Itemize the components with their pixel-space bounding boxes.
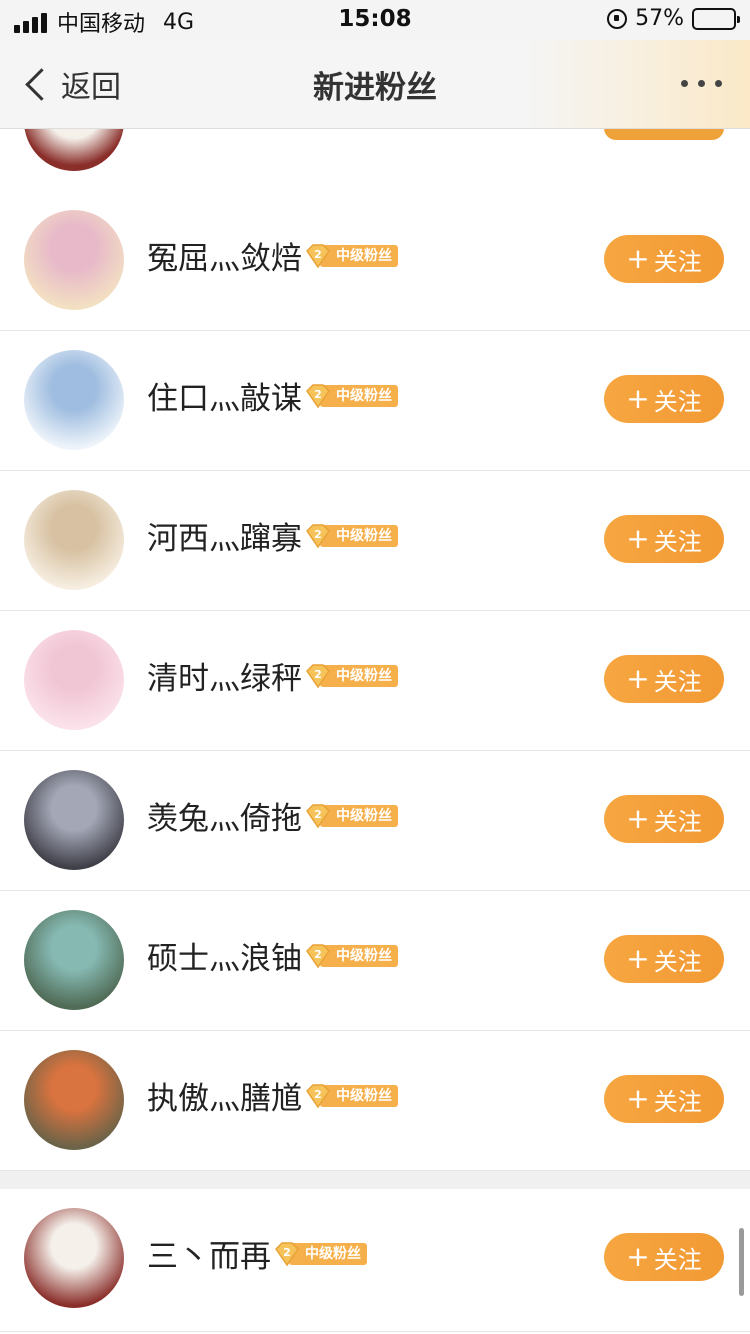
plus-icon: + xyxy=(626,662,650,695)
list-item[interactable]: 执傲灬膳馗 2 中级粉丝 + 关注 xyxy=(0,1031,750,1171)
list-item[interactable]: 羡兔灬倚拖 2 中级粉丝 + 关注 xyxy=(0,751,750,891)
badge-level: 2 xyxy=(314,808,322,821)
name-wrap: 河西灬蹿寡 2 中级粉丝 xyxy=(147,513,398,558)
rotation-lock-icon xyxy=(607,8,628,29)
name-wrap: 执傲灬膳馗 2 中级粉丝 xyxy=(147,1073,398,1118)
badge-level: 2 xyxy=(314,668,322,681)
follow-label: 关注 xyxy=(653,1245,702,1274)
follow-button[interactable]: + 关注 xyxy=(604,655,724,703)
page-title: 新进粉丝 xyxy=(313,70,437,106)
follower-name[interactable]: 河西灬蹿寡 xyxy=(147,513,302,558)
avatar[interactable] xyxy=(24,1050,124,1150)
list-item[interactable]: 住口灬敲谋 2 中级粉丝 + 关注 xyxy=(0,331,750,471)
follower-name[interactable]: 三丶而再 xyxy=(147,1231,271,1276)
follow-label: 关注 xyxy=(653,667,702,696)
avatar[interactable] xyxy=(24,770,124,870)
list-item[interactable]: 清时灬绿秤 2 中级粉丝 + 关注 xyxy=(0,611,750,751)
plus-icon: + xyxy=(626,1082,650,1115)
follower-name[interactable]: 执傲灬膳馗 xyxy=(147,1073,302,1118)
badge-level: 2 xyxy=(314,1088,322,1101)
follow-button[interactable]: + 关注 xyxy=(604,235,724,283)
list-item[interactable]: 硕士灬浪铀 2 中级粉丝 + 关注 xyxy=(0,891,750,1031)
plus-icon: + xyxy=(626,242,650,275)
badge-level: 2 xyxy=(314,248,322,261)
follow-button[interactable]: + 关注 xyxy=(604,375,724,423)
avatar[interactable] xyxy=(24,1208,124,1308)
name-wrap: 硕士灬浪铀 2 中级粉丝 xyxy=(147,933,398,978)
badge-level: 2 xyxy=(283,1246,291,1259)
battery-icon xyxy=(692,7,740,30)
follow-button-partial[interactable] xyxy=(604,128,724,140)
follower-name[interactable]: 硕士灬浪铀 xyxy=(147,933,302,978)
name-wrap: 三丶而再 2 中级粉丝 xyxy=(147,1231,367,1276)
list-item[interactable]: 三丶而再 2 中级粉丝 + 关注 xyxy=(0,1189,750,1332)
follow-label: 关注 xyxy=(653,527,702,556)
fan-level-badge: 2 中级粉丝 xyxy=(304,942,398,970)
diamond-level-icon: 2 xyxy=(304,942,332,970)
name-wrap: 冤屈灬敛焙 2 中级粉丝 xyxy=(147,233,398,278)
fan-level-badge: 2 中级粉丝 xyxy=(304,1082,398,1110)
follower-name[interactable]: 冤屈灬敛焙 xyxy=(147,233,302,278)
plus-icon: + xyxy=(626,1240,650,1273)
follow-label: 关注 xyxy=(653,1087,702,1116)
status-bar: 中国移动 4G 15:08 57% xyxy=(0,0,750,40)
avatar[interactable] xyxy=(24,350,124,450)
diamond-level-icon: 2 xyxy=(304,522,332,550)
fan-level-badge: 2 中级粉丝 xyxy=(273,1240,367,1268)
list-item[interactable]: 冤屈灬敛焙 2 中级粉丝 + 关注 xyxy=(0,191,750,331)
avatar[interactable] xyxy=(24,210,124,310)
diamond-level-icon: 2 xyxy=(304,242,332,270)
avatar[interactable] xyxy=(24,490,124,590)
more-icon[interactable] xyxy=(681,80,722,87)
follower-list: 冤屈灬敛焙 2 中级粉丝 + 关注 住口灬敲谋 2 中级粉丝 + 关注 河西灬蹿寡 2 中级粉丝 + 关注清… xyxy=(0,0,750,1334)
fan-level-badge: 2 中级粉丝 xyxy=(304,662,398,690)
fan-level-badge: 2 中级粉丝 xyxy=(304,242,398,270)
follow-button[interactable]: + 关注 xyxy=(604,1233,724,1281)
diamond-level-icon: 2 xyxy=(304,662,332,690)
badge-level: 2 xyxy=(314,528,322,541)
diamond-level-icon: 2 xyxy=(304,1082,332,1110)
follower-name[interactable]: 清时灬绿秤 xyxy=(147,653,302,698)
badge-level: 2 xyxy=(314,388,322,401)
diamond-level-icon: 2 xyxy=(304,382,332,410)
fan-level-badge: 2 中级粉丝 xyxy=(304,382,398,410)
follow-button[interactable]: + 关注 xyxy=(604,1075,724,1123)
fan-level-badge: 2 中级粉丝 xyxy=(304,802,398,830)
avatar[interactable] xyxy=(24,630,124,730)
section-divider xyxy=(0,1169,750,1191)
badge-level: 2 xyxy=(314,948,322,961)
follower-name[interactable]: 羡兔灬倚拖 xyxy=(147,793,302,838)
follow-label: 关注 xyxy=(653,807,702,836)
name-wrap: 住口灬敲谋 2 中级粉丝 xyxy=(147,373,398,418)
plus-icon: + xyxy=(626,942,650,975)
status-right: 57% xyxy=(607,6,740,31)
name-wrap: 羡兔灬倚拖 2 中级粉丝 xyxy=(147,793,398,838)
follow-label: 关注 xyxy=(653,387,702,416)
scrollbar[interactable] xyxy=(739,1228,744,1296)
battery-percent: 57% xyxy=(635,6,684,31)
follow-button[interactable]: + 关注 xyxy=(604,935,724,983)
diamond-level-icon: 2 xyxy=(273,1240,301,1268)
name-wrap: 清时灬绿秤 2 中级粉丝 xyxy=(147,653,398,698)
follow-label: 关注 xyxy=(653,247,702,276)
fan-level-badge: 2 中级粉丝 xyxy=(304,522,398,550)
plus-icon: + xyxy=(626,802,650,835)
plus-icon: + xyxy=(626,522,650,555)
follow-button[interactable]: + 关注 xyxy=(604,795,724,843)
avatar[interactable] xyxy=(24,910,124,1010)
follower-name[interactable]: 住口灬敲谋 xyxy=(147,373,302,418)
follow-label: 关注 xyxy=(653,947,702,976)
nav-bar: 返回 新进粉丝 xyxy=(0,40,750,129)
plus-icon: + xyxy=(626,382,650,415)
diamond-level-icon: 2 xyxy=(304,802,332,830)
follow-button[interactable]: + 关注 xyxy=(604,515,724,563)
list-item[interactable]: 河西灬蹿寡 2 中级粉丝 + 关注 xyxy=(0,471,750,611)
